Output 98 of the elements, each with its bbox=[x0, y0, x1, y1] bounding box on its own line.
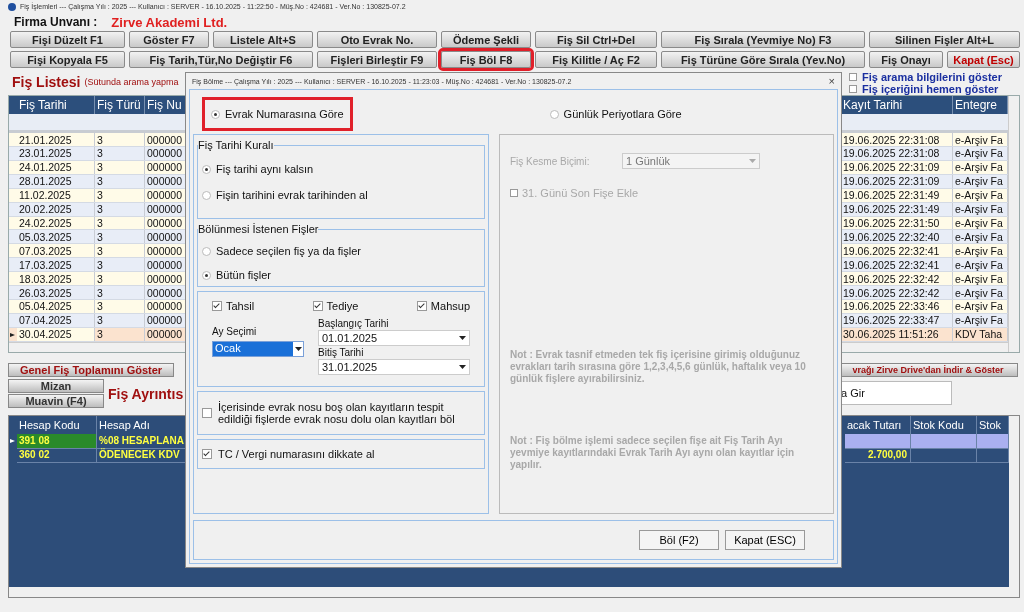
table-cell: 17.03.2025 bbox=[17, 258, 95, 272]
toolbar-button[interactable]: Fiş Sırala (Yevmiye No) F3 bbox=[661, 31, 865, 48]
radio-option[interactable]: Fişin tarihini evrak tarihinden al bbox=[202, 189, 480, 201]
checkbox-label: Tahsil bbox=[226, 300, 255, 312]
checkbox[interactable] bbox=[212, 301, 222, 311]
action-button[interactable]: Mizan bbox=[8, 379, 104, 393]
toolbar-button[interactable]: Fiş Türüne Göre Sırala (Yev.No) bbox=[661, 51, 865, 68]
table-cell: 3 bbox=[95, 244, 145, 258]
toolbar-button[interactable]: Silinen Fişler Alt+L bbox=[869, 31, 1020, 48]
table-cell: 3 bbox=[95, 133, 145, 146]
month-dropdown[interactable]: Ocak bbox=[212, 341, 304, 357]
action-button[interactable]: Genel Fiş Toplamını Göster bbox=[8, 363, 174, 377]
close-button[interactable]: × bbox=[828, 75, 835, 87]
field-label: Bitiş Tarihi bbox=[318, 347, 365, 358]
toolbar-button[interactable]: Fiş Kilitle / Aç F2 bbox=[535, 51, 657, 68]
caret-icon bbox=[459, 365, 466, 369]
group-title: Bölünmesi İstenen Fişler bbox=[198, 223, 319, 235]
table-cell: 24.01.2025 bbox=[17, 160, 95, 174]
checkbox-label: Tediye bbox=[326, 300, 359, 312]
horizontal-scrollbar[interactable] bbox=[9, 587, 1019, 597]
checkbox[interactable] bbox=[849, 85, 857, 93]
table-cell: 3 bbox=[95, 160, 145, 174]
toolbar-button[interactable]: Ödeme Şekli bbox=[441, 31, 531, 48]
section-title: Fiş Listesi bbox=[12, 74, 81, 90]
radio-option[interactable]: Sadece seçilen fiş ya da fişler bbox=[202, 245, 480, 257]
table-cell: 07.03.2025 bbox=[17, 244, 95, 258]
caret-icon bbox=[294, 347, 302, 351]
checkbox-label: 31. Günü Son Fişe Ekle bbox=[522, 187, 639, 199]
toolbar-button[interactable]: Fişi Kopyala F5 bbox=[10, 51, 125, 68]
note-text: Not : Fiş bölme işlemi sadece seçilen fişe ait Fiş Tarih Ayı yevmiye kayıtlarındaki Evrak Tarih Ayı aynı olan kayıtlar için yapılır. bbox=[510, 435, 796, 471]
table-cell: 3 bbox=[95, 313, 145, 327]
checkbox[interactable] bbox=[312, 301, 323, 311]
checkbox[interactable] bbox=[202, 449, 212, 459]
vertical-scrollbar[interactable] bbox=[1009, 416, 1019, 587]
checkbox[interactable] bbox=[202, 408, 212, 418]
table-cell: 3 bbox=[95, 327, 145, 341]
table-cell: 3 bbox=[95, 286, 145, 299]
checkbox[interactable] bbox=[416, 301, 427, 311]
checkbox-label: TC / Vergi numarasını dikkate al bbox=[218, 448, 375, 460]
table-cell: 21.01.2025 bbox=[17, 133, 95, 146]
table-cell: 3 bbox=[95, 300, 145, 313]
table-cell: 11.02.2025 bbox=[17, 188, 95, 202]
table-cell: 07.04.2025 bbox=[17, 313, 95, 327]
table-cell: 18.03.2025 bbox=[17, 272, 95, 286]
table-cell: 28.01.2025 bbox=[17, 174, 95, 188]
dialog-button[interactable]: Kapat (ESC) bbox=[725, 530, 805, 550]
checkbox-label: İçerisinde evrak nosu boş olan kayıtların tespit edildiği fişlerde evrak nosu dolu olan kayıtları böl bbox=[218, 401, 456, 425]
field-label: Ay Seçimi bbox=[212, 326, 258, 337]
search-hint: (Sütunda arama yapma bbox=[84, 77, 179, 87]
table-cell: 3 bbox=[95, 216, 145, 230]
table-cell: 05.03.2025 bbox=[17, 230, 95, 244]
vertical-scrollbar[interactable] bbox=[1008, 96, 1019, 352]
company-name: Zirve Akademi Ltd. bbox=[111, 14, 228, 30]
checkbox-label: Mahsup bbox=[430, 300, 470, 312]
toolbar-button[interactable]: Fiş Tarih,Tür,No Değiştir F6 bbox=[129, 51, 313, 68]
note-text: Not : Evrak tasnif etmeden tek fiş içerisine girimiş olduğunuz evrakları tarih sırasına göre 1,2,3,4,5,6 günlük, haftalık veya 10 günlük fişlere ayırabilirsiniz. bbox=[510, 349, 807, 385]
date-dropdown[interactable]: 31.01.2025 bbox=[318, 359, 470, 375]
table-cell: 3 bbox=[95, 230, 145, 244]
radio-option[interactable]: Evrak Numarasına Göre bbox=[205, 100, 350, 128]
table-cell: 20.02.2025 bbox=[17, 202, 95, 216]
section-title: Fiş Ayrıntıs bbox=[108, 385, 184, 402]
table-cell: 360 02 bbox=[17, 447, 97, 463]
dialog-button[interactable]: Böl (F2) bbox=[639, 530, 719, 550]
caret-icon bbox=[749, 159, 756, 163]
toolbar-button[interactable]: Listele Alt+S bbox=[213, 31, 313, 48]
radio-option[interactable]: Günlük Periyotlara Göre bbox=[549, 108, 682, 120]
toolbar-button[interactable]: Fişi Düzelt F1 bbox=[10, 31, 125, 48]
date-dropdown[interactable]: 01.01.2025 bbox=[318, 330, 470, 346]
toolbar-button[interactable]: Göster F7 bbox=[129, 31, 209, 48]
field-label: Başlangıç Tarihi bbox=[318, 318, 390, 329]
table-cell: 3 bbox=[95, 147, 145, 160]
table-cell: 3 bbox=[95, 202, 145, 216]
table-cell: 26.03.2025 bbox=[17, 286, 95, 299]
table-cell: 05.04.2025 bbox=[17, 300, 95, 313]
table-cell: 23.01.2025 bbox=[17, 147, 95, 160]
table-cell: 24.02.2025 bbox=[17, 216, 95, 230]
toolbar-button[interactable]: Oto Evrak No. bbox=[317, 31, 437, 48]
table-cell: 2.700,00 bbox=[845, 447, 911, 463]
table-cell: 391 08 bbox=[17, 433, 97, 449]
toolbar-button[interactable]: Fiş Böl F8 bbox=[441, 51, 531, 68]
radio-option[interactable]: Bütün fişler bbox=[202, 269, 480, 281]
toolbar-button[interactable]: Fiş Onayı bbox=[869, 51, 943, 68]
radio-option[interactable]: Fiş tarihi aynı kalsın bbox=[202, 163, 480, 175]
table-cell: 3 bbox=[95, 174, 145, 188]
table-cell: 3 bbox=[95, 188, 145, 202]
toolbar-button[interactable]: Fişleri Birleştir F9 bbox=[317, 51, 437, 68]
option-label: Fiş arama bilgilerini göster bbox=[862, 71, 1002, 83]
table-cell: 3 bbox=[95, 258, 145, 272]
checkbox[interactable] bbox=[849, 73, 857, 81]
company-label: Firma Unvanı : bbox=[14, 15, 98, 29]
field-label: Fiş Kesme Biçimi: bbox=[510, 155, 591, 167]
app-icon bbox=[8, 2, 16, 11]
option-label: Fiş içeriğini hemen göster bbox=[862, 83, 999, 95]
toolbar-button[interactable]: Kapat (Esc) bbox=[947, 51, 1020, 68]
action-button[interactable]: Muavin (F4) bbox=[8, 394, 104, 408]
table-cell: 3 bbox=[95, 272, 145, 286]
toolbar-button[interactable]: Fiş Sil Ctrl+Del bbox=[535, 31, 657, 48]
group-title: Fiş Tarihi Kuralı bbox=[198, 139, 274, 151]
